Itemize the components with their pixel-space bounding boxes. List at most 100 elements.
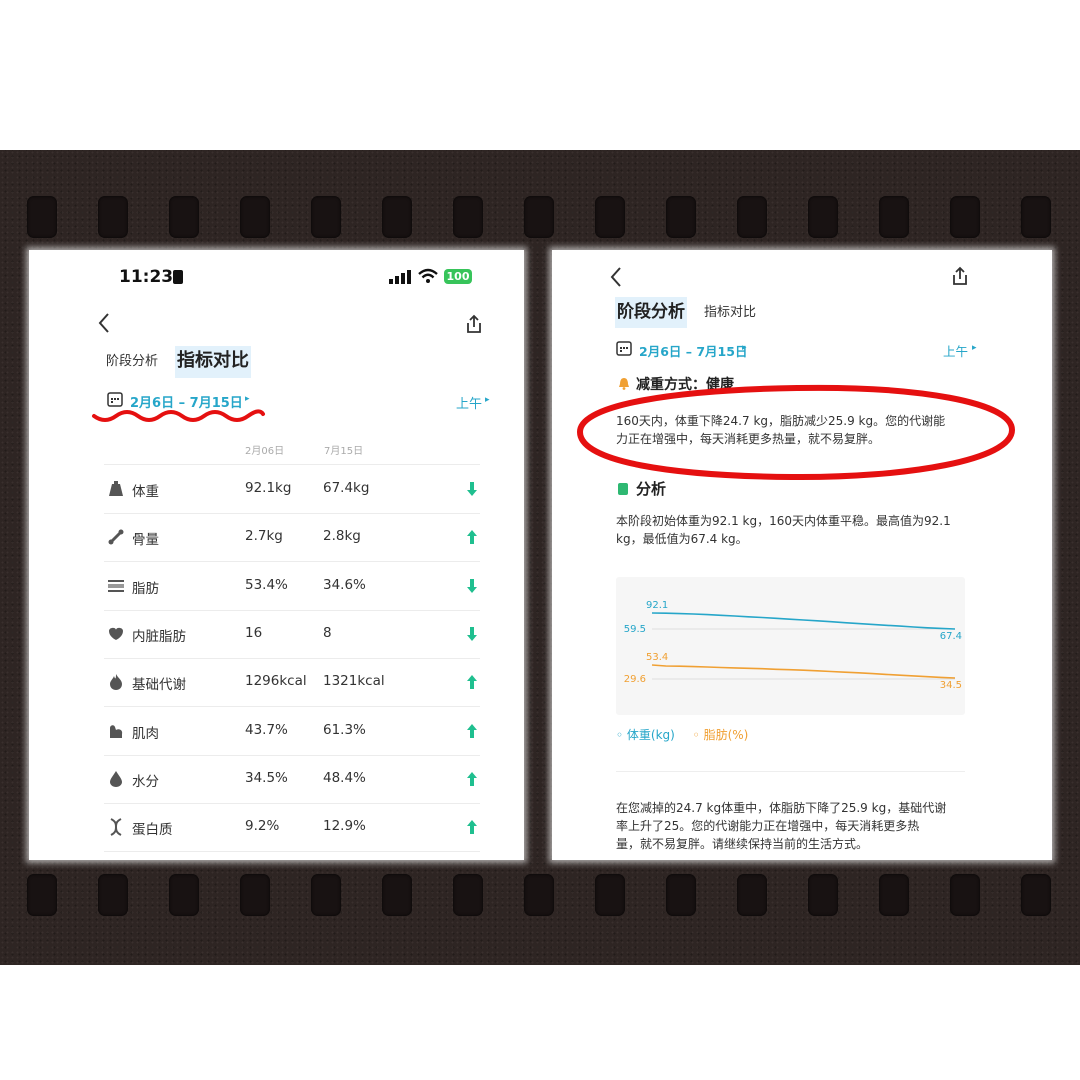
film-hole [1021, 874, 1051, 916]
arrow-down-icon [467, 578, 477, 593]
film-hole [453, 196, 483, 238]
row-value-start: 34.5% [245, 769, 288, 786]
back-icon[interactable] [609, 266, 623, 288]
film-hole [808, 874, 838, 916]
share-icon[interactable] [465, 314, 483, 334]
series-end-label: 67.4 [940, 631, 962, 642]
series-line [651, 664, 956, 679]
tab-stage-analysis[interactable]: 阶段分析 [106, 350, 158, 369]
film-hole [311, 874, 341, 916]
row-value-end: 2.8kg [323, 528, 361, 545]
chart-legend: ◦ 体重(kg) ◦ 脂肪(%) [616, 726, 748, 743]
legend-weight: 体重(kg) [626, 728, 675, 742]
row-value-start: 9.2% [245, 818, 280, 835]
table-row[interactable]: 骨量 2.7kg 2.8kg [104, 513, 480, 563]
series-ref-label: 29.6 [624, 674, 646, 685]
trend-chart-svg: 92.1 59.5 67.4 53.429.6 34.5 [624, 600, 962, 691]
id-card-icon [173, 270, 183, 284]
back-icon[interactable] [97, 312, 111, 334]
bone-icon [108, 529, 124, 545]
legend-dot-weight: ◦ [616, 728, 627, 742]
water-drop-icon [110, 770, 122, 787]
table-row[interactable]: 内脏脂肪 16 8 [104, 610, 480, 659]
period-caret-icon: ▸ [972, 343, 977, 353]
film-hole [950, 196, 980, 238]
film-hole [950, 874, 980, 916]
table-row[interactable]: 水分 34.5% 48.4% [104, 755, 480, 804]
table-row[interactable]: 脂肪 53.4% 34.6% [104, 562, 480, 611]
row-value-start: 1296kcal [245, 673, 307, 690]
column-date-end: 7月15日 [324, 446, 364, 457]
film-hole [240, 196, 270, 238]
table-row[interactable]: 肌肉 43.7% 61.3% [104, 707, 480, 756]
film-hole [311, 196, 341, 238]
film-hole [1021, 196, 1051, 238]
right-screenshot: 阶段分析 指标对比 2月6日 – 7月15日 ▸ 上午 ▸ 减重方式：健康 16… [552, 250, 1052, 860]
battery-indicator: 100 [444, 269, 472, 284]
caret-right-icon: ▸ [742, 343, 747, 353]
red-wavy-underline [92, 409, 265, 422]
period-caret-icon: ▸ [485, 395, 490, 405]
row-label: 蛋白质 [132, 822, 173, 839]
signal-icon [389, 270, 411, 284]
row-label: 脂肪 [132, 580, 159, 597]
period-selector[interactable]: 上午 [456, 393, 482, 412]
film-hole [98, 196, 128, 238]
muscle-icon [110, 724, 123, 738]
film-hole [382, 874, 412, 916]
period-selector[interactable]: 上午 [943, 341, 968, 360]
status-time: 11:23 [119, 267, 174, 287]
film-hole [524, 874, 554, 916]
film-hole [27, 196, 57, 238]
arrow-down-icon [467, 626, 477, 641]
table-row[interactable]: 蛋白质 9.2% 12.9% [104, 803, 480, 853]
arrow-up-icon [467, 675, 477, 690]
weight-icon [109, 481, 123, 496]
row-label: 基础代谢 [132, 677, 186, 694]
summary-text: 在您减掉的24.7 kg体重中，体脂肪下降了25.9 kg，基础代谢 率上升了2… [616, 801, 947, 851]
left-screenshot: 11:23 100 阶段分析 指标对比 2月6日 – 7月15日 ▸ 上午 ▸ … [29, 250, 524, 860]
row-value-end: 61.3% [323, 721, 366, 738]
row-value-start: 53.4% [245, 576, 288, 593]
row-label: 内脏脂肪 [132, 628, 186, 645]
row-value-start: 43.7% [245, 721, 288, 738]
arrow-up-icon [467, 723, 477, 738]
row-value-end: 34.6% [323, 576, 366, 593]
series-start-label: 92.1 [646, 600, 668, 611]
tab-stage-analysis[interactable]: 阶段分析 [615, 297, 687, 328]
dna-icon [110, 818, 122, 836]
red-ellipse-annotation [576, 384, 1016, 481]
row-label: 水分 [132, 773, 159, 790]
series-line [651, 612, 956, 630]
date-range[interactable]: 2月6日 – 7月15日 [639, 341, 747, 360]
table-row[interactable]: 基础代谢 1296kcal 1321kcal [104, 658, 480, 708]
calendar-icon [107, 392, 123, 407]
film-hole [879, 196, 909, 238]
series-end-label: 34.5 [940, 680, 962, 691]
series-start-label: 53.4 [646, 652, 668, 663]
tab-indicator-compare[interactable]: 指标对比 [704, 301, 756, 320]
tab-indicator-compare[interactable]: 指标对比 [175, 346, 251, 378]
legend-dot-fat: ◦ [692, 728, 704, 742]
film-hole [737, 874, 767, 916]
row-label: 体重 [132, 484, 159, 500]
row-value-end: 1321kcal [323, 673, 385, 690]
column-date-start: 2月06日 [245, 446, 285, 457]
film-hole [382, 196, 412, 238]
arrow-up-icon [467, 530, 477, 545]
section-divider [616, 771, 965, 772]
share-icon[interactable] [951, 266, 969, 286]
fat-icon [108, 579, 124, 592]
series-ref-label: 59.5 [624, 624, 646, 635]
film-hole [524, 196, 554, 238]
table-row[interactable]: 体重 92.1kg 67.4kg [104, 465, 480, 514]
caret-right-icon: ▸ [245, 394, 250, 404]
film-hole [453, 874, 483, 916]
film-hole [595, 196, 625, 238]
wifi-icon [418, 268, 438, 283]
row-value-start: 2.7kg [245, 528, 283, 545]
film-holes-bottom [0, 874, 1080, 916]
row-label: 骨量 [132, 532, 159, 549]
trend-chart: 92.1 59.5 67.4 53.4 29.6 34.5 [616, 577, 965, 715]
arrow-up-icon [467, 820, 477, 835]
